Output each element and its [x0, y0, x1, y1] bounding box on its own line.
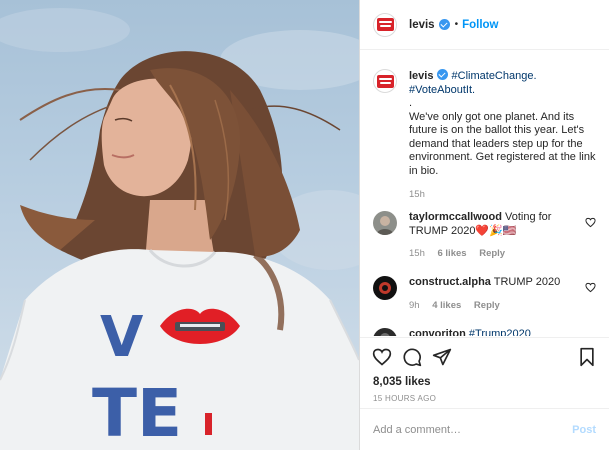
- verified-badge-icon: [438, 19, 450, 30]
- post-header: levis • Follow: [360, 0, 609, 50]
- post-photo-illustration: V TE: [0, 8, 359, 450]
- follow-button[interactable]: Follow: [462, 19, 498, 31]
- reply-button[interactable]: Reply: [474, 300, 500, 311]
- comment-username[interactable]: taylormccallwood: [409, 211, 502, 223]
- comment-username[interactable]: convoriton: [409, 328, 466, 336]
- like-comment-heart-icon[interactable]: [585, 282, 596, 293]
- add-comment-input[interactable]: [373, 423, 573, 436]
- share-paper-plane-icon[interactable]: [432, 347, 452, 367]
- commenter-avatar[interactable]: [373, 276, 397, 300]
- levis-avatar[interactable]: [373, 12, 397, 37]
- comment-time: 15h: [409, 248, 425, 259]
- commenter-avatar[interactable]: [373, 328, 397, 336]
- levis-tab-logo: [205, 413, 212, 435]
- comment-time: 9h: [409, 299, 420, 311]
- caption: levis #ClimateChange. #VoteAboutIt. . We…: [373, 69, 596, 202]
- comment-likes[interactable]: 6 likes: [438, 248, 467, 259]
- hashtag-climatechange[interactable]: #ClimateChange.: [452, 70, 537, 82]
- hashtag-voteaboutit[interactable]: #VoteAboutIt.: [409, 84, 475, 96]
- comment-item: taylormccallwood Voting for TRUMP 2020❤️…: [373, 211, 596, 261]
- post-actions: 8,035 likes 15 HOURS AGO: [360, 337, 609, 403]
- reply-button[interactable]: Reply: [479, 248, 505, 259]
- comments-list[interactable]: levis #ClimateChange. #VoteAboutIt. . We…: [360, 51, 609, 336]
- shirt-text-bottom: TE: [92, 375, 182, 450]
- comment-text: TRUMP 2020: [493, 276, 561, 288]
- post-comment-button[interactable]: Post: [572, 424, 596, 436]
- caption-username[interactable]: levis: [409, 70, 433, 82]
- verified-badge-icon: [437, 69, 449, 80]
- caption-time: 15h: [409, 189, 425, 200]
- comment-username[interactable]: construct.alpha: [409, 276, 491, 288]
- post-side-panel: levis • Follow levis #ClimateChange. #Vo…: [359, 0, 609, 450]
- post-image[interactable]: V TE: [0, 0, 359, 450]
- comment-likes[interactable]: 4 likes: [432, 300, 461, 311]
- like-comment-heart-icon[interactable]: [585, 217, 596, 228]
- post-timestamp[interactable]: 15 HOURS AGO: [360, 388, 609, 403]
- header-separator: •: [454, 19, 459, 30]
- comment-bubble-icon[interactable]: [402, 347, 422, 367]
- comment-item: construct.alpha TRUMP 2020 9h 4 likes Re…: [373, 276, 596, 312]
- caption-avatar[interactable]: [373, 69, 397, 93]
- caption-text: . We've only got one planet. And its fut…: [409, 97, 596, 177]
- comment-text[interactable]: #Trump2020: [469, 328, 531, 336]
- comment-item: convoriton #Trump2020: [373, 328, 596, 336]
- shirt-text-top: V: [100, 305, 144, 370]
- commenter-avatar[interactable]: [373, 211, 397, 235]
- header-username[interactable]: levis: [409, 19, 435, 31]
- add-comment-bar: Post: [360, 408, 609, 450]
- likes-count[interactable]: 8,035 likes: [360, 376, 609, 388]
- like-heart-icon[interactable]: [372, 347, 392, 367]
- save-bookmark-icon[interactable]: [577, 347, 597, 367]
